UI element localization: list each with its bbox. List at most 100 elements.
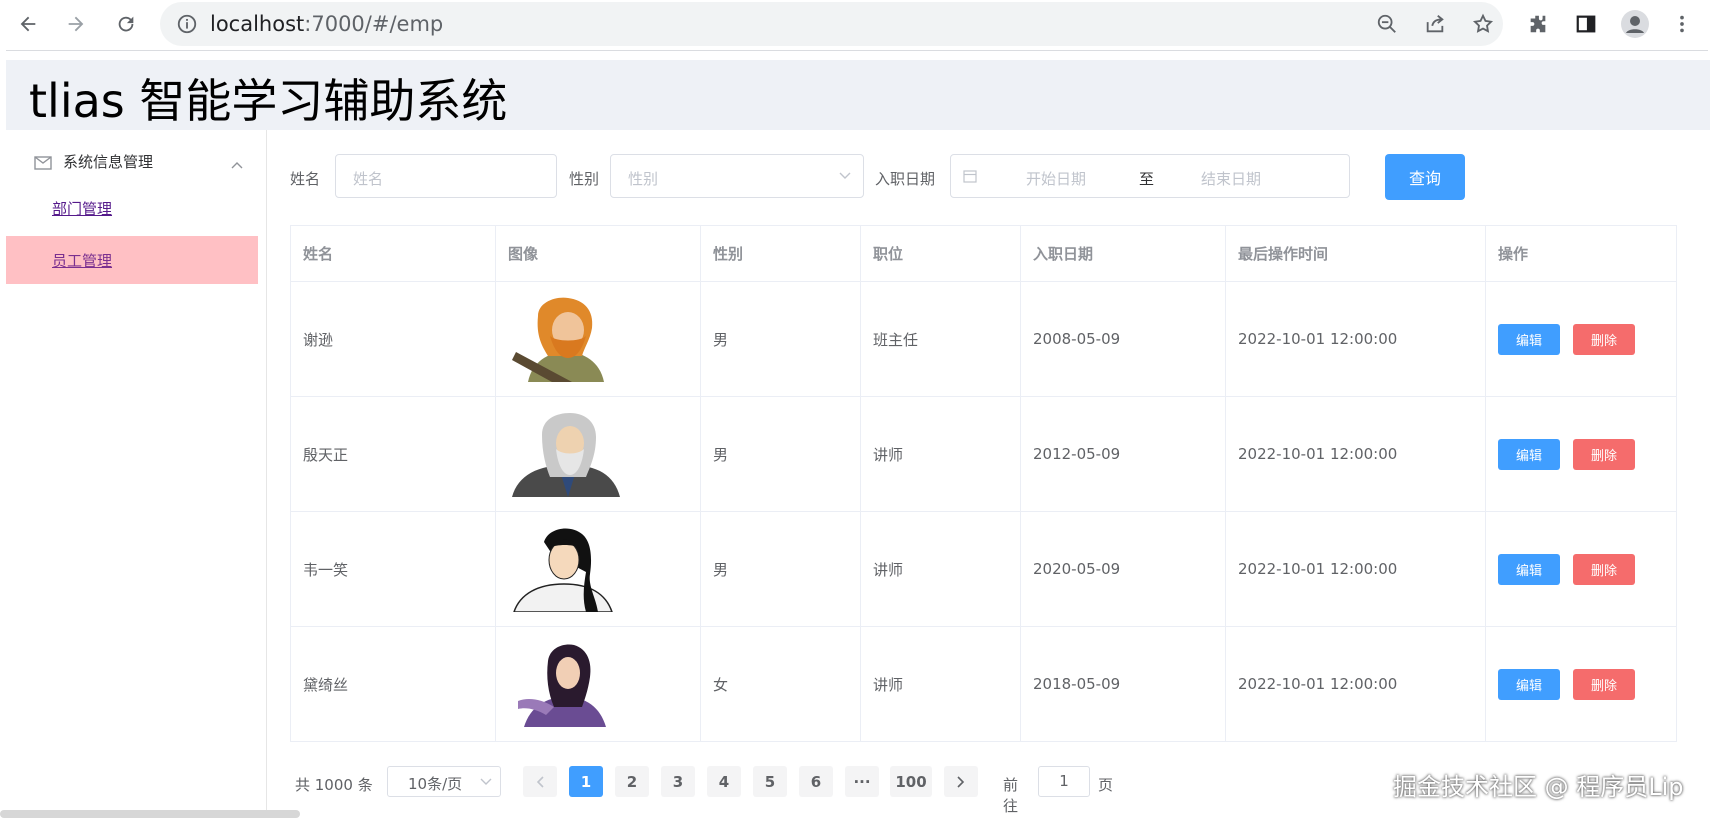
cell-actions: 编辑 删除 (1486, 512, 1677, 626)
goto-label: 前往 (1003, 776, 1019, 815)
cell-job: 讲师 (861, 397, 1021, 511)
menu-icon[interactable] (1662, 4, 1702, 44)
star-icon[interactable] (1468, 9, 1498, 39)
employee-avatar (512, 297, 604, 382)
header-update-time: 最后操作时间 (1226, 226, 1486, 281)
cell-entry-date: 2018-05-09 (1021, 627, 1226, 741)
page-size-value: 10条/页 (408, 775, 463, 793)
page-6[interactable]: 6 (799, 766, 833, 797)
header-image: 图像 (496, 226, 701, 281)
delete-button[interactable]: 删除 (1573, 323, 1635, 355)
mail-icon (34, 155, 52, 174)
edit-button[interactable]: 编辑 (1498, 323, 1560, 355)
share-icon[interactable] (1420, 9, 1450, 39)
goto-page-input[interactable]: 1 (1038, 766, 1090, 797)
cell-actions: 编辑 删除 (1486, 627, 1677, 741)
header-entry-date: 入职日期 (1021, 226, 1226, 281)
horizontal-scrollbar[interactable] (0, 810, 300, 818)
cell-gender: 男 (701, 397, 861, 511)
extensions-icon[interactable] (1518, 4, 1558, 44)
forward-icon[interactable] (56, 4, 96, 44)
chevron-down-icon (480, 778, 492, 785)
address-bar[interactable]: localhost:7000/#/emp (160, 2, 1503, 46)
url-host: localhost (210, 12, 305, 36)
page-100[interactable]: 100 (890, 766, 932, 797)
date-label: 入职日期 (875, 170, 936, 188)
gender-label: 性别 (569, 170, 600, 188)
cell-entry-date: 2008-05-09 (1021, 282, 1226, 396)
delete-button[interactable]: 删除 (1573, 438, 1635, 470)
cell-image (496, 282, 701, 396)
name-placeholder: 姓名 (353, 170, 384, 188)
header-job: 职位 (861, 226, 1021, 281)
header-gender: 性别 (701, 226, 861, 281)
profile-icon[interactable] (1615, 4, 1655, 44)
watermark: 掘金技术社区 @ 程序员Lip (1393, 773, 1684, 801)
reload-icon[interactable] (106, 4, 146, 44)
cell-entry-date: 2020-05-09 (1021, 512, 1226, 626)
query-button[interactable]: 查询 (1385, 154, 1465, 200)
page-5[interactable]: 5 (753, 766, 787, 797)
chevron-right-icon (957, 775, 965, 788)
delete-button[interactable]: 删除 (1573, 668, 1635, 700)
page-1[interactable]: 1 (569, 766, 603, 797)
employee-avatar (512, 413, 620, 497)
gender-placeholder: 性别 (628, 170, 659, 188)
edit-button[interactable]: 编辑 (1498, 668, 1560, 700)
range-separator: 至 (1139, 170, 1155, 188)
next-page-button[interactable] (944, 766, 978, 797)
page-3[interactable]: 3 (661, 766, 695, 797)
table-row: 韦一笑 男 讲师 2020-05-09 2022-10-01 12:00:00 … (291, 512, 1677, 627)
start-date-input[interactable]: 开始日期 (1026, 168, 1086, 189)
cell-image (496, 397, 701, 511)
cell-job: 班主任 (861, 282, 1021, 396)
table-header-row: 姓名 图像 性别 职位 入职日期 最后操作时间 操作 (291, 226, 1677, 282)
back-icon[interactable] (8, 4, 48, 44)
prev-page-button[interactable] (523, 766, 557, 797)
menu-group-label: 系统信息管理 (63, 153, 154, 171)
total-count: 共 1000 条 (295, 776, 373, 794)
cell-gender: 男 (701, 282, 861, 396)
table-row: 黛绮丝 女 讲师 2018-05-09 2022-10-01 12:00:00 … (291, 627, 1677, 742)
menu-group-system[interactable]: 系统信息管理 (6, 130, 266, 186)
cell-name: 谢逊 (291, 282, 496, 396)
sidebar-item-label[interactable]: 员工管理 (52, 250, 112, 271)
chevron-up-icon[interactable] (231, 154, 243, 173)
cell-name: 韦一笑 (291, 512, 496, 626)
page-4[interactable]: 4 (707, 766, 741, 797)
employee-avatar (513, 528, 613, 612)
cell-update-time: 2022-10-01 12:00:00 (1226, 627, 1486, 741)
zoom-out-icon[interactable] (1372, 9, 1402, 39)
date-range-picker[interactable]: 开始日期 至 结束日期 (950, 154, 1350, 198)
url-text: localhost:7000/#/emp (210, 12, 443, 36)
cell-actions: 编辑 删除 (1486, 397, 1677, 511)
page-ellipsis[interactable]: ··· (845, 766, 879, 797)
toolbar-divider (6, 50, 1708, 51)
cell-update-time: 2022-10-01 12:00:00 (1226, 512, 1486, 626)
edit-button[interactable]: 编辑 (1498, 553, 1560, 585)
sidebar-item-label[interactable]: 部门管理 (52, 198, 112, 219)
cell-image (496, 627, 701, 741)
cell-name: 殷天正 (291, 397, 496, 511)
info-icon[interactable] (176, 13, 198, 39)
sidebar-item-emp[interactable]: 员工管理 (6, 236, 258, 284)
name-input[interactable]: 姓名 (335, 154, 557, 198)
end-date-input[interactable]: 结束日期 (1201, 168, 1261, 189)
cell-gender: 男 (701, 512, 861, 626)
app-header: tlias 智能学习辅助系统 (6, 60, 1710, 130)
cell-update-time: 2022-10-01 12:00:00 (1226, 397, 1486, 511)
cell-update-time: 2022-10-01 12:00:00 (1226, 282, 1486, 396)
url-path: :7000/#/emp (304, 12, 444, 36)
delete-button[interactable]: 删除 (1573, 553, 1635, 585)
gender-select[interactable]: 性别 (610, 154, 864, 198)
employee-avatar (518, 644, 606, 727)
page-2[interactable]: 2 (615, 766, 649, 797)
browser-toolbar: localhost:7000/#/emp (0, 0, 1714, 48)
page-size-select[interactable]: 10条/页 (387, 766, 501, 797)
sidebar-item-dept[interactable]: 部门管理 (6, 184, 258, 232)
header-name: 姓名 (291, 226, 496, 281)
sidepanel-icon[interactable] (1566, 4, 1606, 44)
name-label: 姓名 (290, 170, 321, 188)
edit-button[interactable]: 编辑 (1498, 438, 1560, 470)
table-row: 谢逊 男 班主任 2008-05-09 2022-10-01 12:00:00 … (291, 282, 1677, 397)
